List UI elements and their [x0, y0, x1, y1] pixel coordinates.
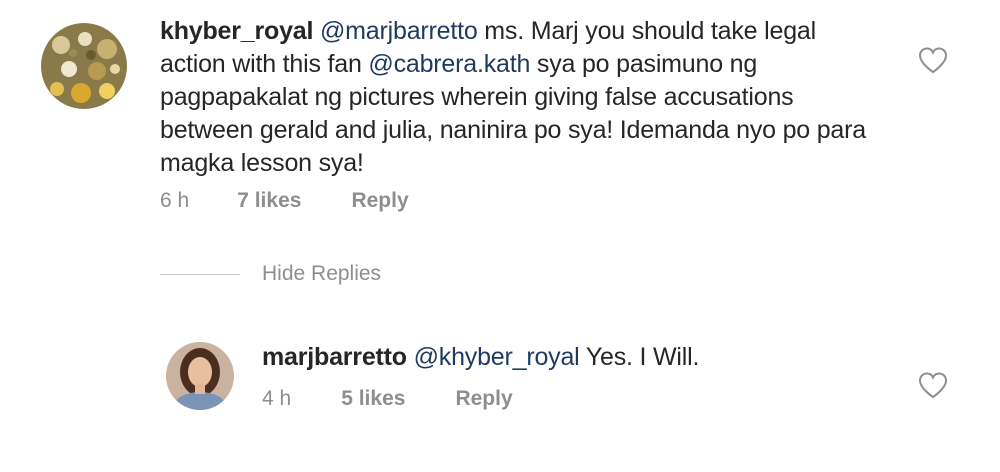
mention-khyber-royal[interactable]: @khyber_royal: [414, 343, 580, 371]
hide-replies-label: Hide Replies: [262, 262, 382, 285]
reply-body: Yes. I Will.: [579, 343, 700, 371]
comment-username[interactable]: khyber_royal: [160, 17, 313, 45]
heart-outline-icon: [918, 47, 948, 74]
reply-text-block: marjbarretto @khyber_royal Yes. I Will.: [262, 341, 882, 374]
reply-time: 4 h: [262, 387, 292, 410]
comment-time: 6 h: [160, 189, 190, 212]
comment-meta: 6 h 7 likes Reply: [160, 189, 409, 213]
avatar-marjbarretto[interactable]: [166, 342, 234, 410]
avatar-khyber-royal[interactable]: [41, 23, 127, 109]
hide-replies-button[interactable]: Hide Replies: [160, 262, 381, 286]
comment-likes[interactable]: 7 likes: [237, 189, 301, 213]
mention-marjbarretto[interactable]: @marjbarretto: [320, 17, 478, 45]
avatar-image: [41, 23, 127, 109]
reply-like-heart-icon[interactable]: [918, 371, 948, 399]
like-heart-icon[interactable]: [918, 46, 948, 74]
comment-text-block: khyber_royal @marjbarretto ms. Marj you …: [160, 15, 880, 180]
reply-meta: 4 h 5 likes Reply: [262, 387, 513, 411]
replies-divider: [160, 273, 240, 275]
avatar-image: [166, 342, 234, 410]
reply-likes[interactable]: 5 likes: [341, 387, 405, 411]
reply-username[interactable]: marjbarretto: [262, 343, 407, 371]
reply-button[interactable]: Reply: [351, 189, 408, 213]
mention-cabrera-kath[interactable]: @cabrera.kath: [368, 50, 530, 78]
reply-reply-button[interactable]: Reply: [455, 387, 512, 411]
heart-outline-icon: [918, 372, 948, 399]
